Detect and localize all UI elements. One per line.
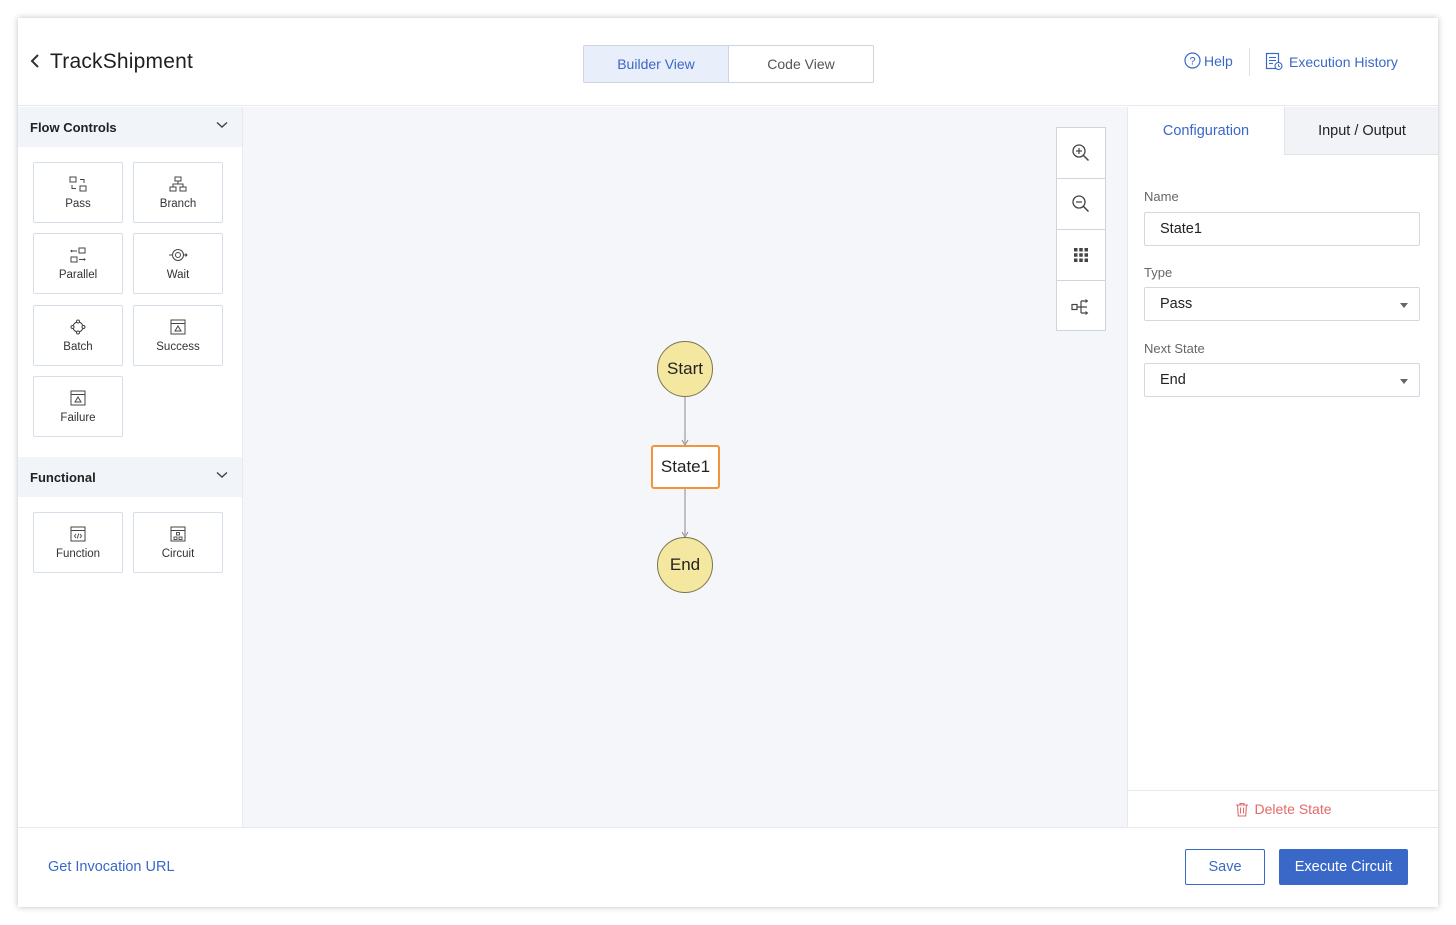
zoom-out-icon: [1072, 195, 1090, 213]
get-invocation-url-link[interactable]: Get Invocation URL: [48, 859, 175, 875]
help-label: Help: [1204, 52, 1233, 69]
palette-item-parallel[interactable]: Parallel: [33, 233, 123, 294]
tab-configuration[interactable]: Configuration: [1128, 107, 1285, 155]
palette-item-label: Success: [156, 340, 200, 353]
success-icon: [170, 319, 186, 334]
auto-layout-button[interactable]: [1057, 281, 1105, 332]
circuit-icon: [170, 526, 186, 541]
execute-circuit-button[interactable]: Execute Circuit: [1279, 849, 1408, 885]
save-button[interactable]: Save: [1185, 849, 1265, 885]
type-select[interactable]: Pass: [1144, 287, 1420, 321]
app-window: TrackShipment Builder View Code View ? H…: [18, 18, 1438, 907]
pass-icon: [69, 176, 87, 191]
palette-item-label: Wait: [166, 268, 190, 281]
flow-controls-title: Flow Controls: [30, 119, 117, 135]
delete-state-button[interactable]: Delete State: [1128, 790, 1438, 827]
node-palette: Flow Controls Pass Branch Parallel Wait …: [18, 107, 243, 827]
batch-icon: [70, 319, 86, 334]
header: TrackShipment Builder View Code View ? H…: [18, 18, 1438, 106]
branch-icon: [169, 176, 187, 191]
palette-item-label: Circuit: [161, 547, 195, 560]
zoom-out-button[interactable]: [1057, 179, 1105, 230]
palette-item-label: Pass: [65, 197, 91, 210]
next-state-label: Next State: [1144, 341, 1205, 356]
builder-view-button[interactable]: Builder View: [584, 46, 729, 82]
palette-item-branch[interactable]: Branch: [133, 162, 223, 223]
caret-down-icon: [1400, 303, 1408, 308]
grid-button[interactable]: [1057, 230, 1105, 281]
name-field[interactable]: State1: [1144, 212, 1420, 246]
functional-header[interactable]: Functional: [18, 457, 242, 497]
palette-item-label: Function: [55, 547, 101, 560]
svg-text:?: ?: [1189, 56, 1195, 68]
delete-state-label: Delete State: [1254, 801, 1332, 817]
code-view-button[interactable]: Code View: [729, 46, 873, 82]
config-panel: Configuration Input / Output Name State1…: [1127, 107, 1438, 827]
canvas-toolbar: [1056, 127, 1106, 331]
tab-input-output[interactable]: Input / Output: [1285, 107, 1438, 155]
help-icon: ?: [1184, 52, 1201, 69]
palette-item-wait[interactable]: Wait: [133, 233, 223, 294]
palette-item-pass[interactable]: Pass: [33, 162, 123, 223]
type-label: Type: [1144, 265, 1173, 280]
palette-item-failure[interactable]: Failure: [33, 376, 123, 437]
functional-title: Functional: [30, 469, 96, 485]
help-link[interactable]: ? Help: [1184, 52, 1233, 69]
name-label: Name: [1144, 189, 1179, 204]
palette-item-circuit[interactable]: Circuit: [133, 512, 223, 573]
header-divider: [1249, 48, 1250, 76]
caret-down-icon: [1400, 379, 1408, 384]
next-state-select[interactable]: End: [1144, 363, 1420, 397]
function-icon: [70, 526, 86, 541]
execution-history-link[interactable]: Execution History: [1265, 52, 1398, 71]
flow-canvas[interactable]: Start State1 End: [243, 107, 1127, 827]
palette-item-function[interactable]: Function: [33, 512, 123, 573]
footer: Get Invocation URL Save Execute Circuit: [18, 827, 1438, 907]
node-start[interactable]: Start: [657, 341, 713, 397]
wait-icon: [169, 248, 188, 261]
type-value: Pass: [1160, 296, 1193, 312]
flow-controls-header[interactable]: Flow Controls: [18, 107, 242, 147]
zoom-in-button[interactable]: [1057, 128, 1105, 179]
node-state1[interactable]: State1: [651, 445, 720, 489]
name-value: State1: [1160, 221, 1202, 237]
view-toggle: Builder View Code View: [583, 45, 874, 83]
parallel-icon: [70, 247, 86, 262]
palette-item-label: Parallel: [58, 268, 98, 281]
palette-item-batch[interactable]: Batch: [33, 305, 123, 366]
palette-item-success[interactable]: Success: [133, 305, 223, 366]
config-tabs: Configuration Input / Output: [1128, 107, 1438, 155]
palette-item-label: Failure: [60, 411, 96, 424]
layout-icon: [1071, 298, 1089, 315]
palette-item-label: Branch: [159, 197, 197, 210]
failure-icon: [70, 390, 86, 405]
node-end[interactable]: End: [657, 537, 713, 593]
execution-history-icon: [1265, 52, 1283, 71]
palette-item-label: Batch: [63, 340, 93, 353]
chevron-down-icon: [216, 121, 228, 128]
trash-icon: [1236, 802, 1249, 817]
zoom-in-icon: [1072, 144, 1090, 162]
execution-history-label: Execution History: [1289, 53, 1398, 70]
next-state-value: End: [1160, 372, 1186, 388]
page-title: TrackShipment: [50, 50, 194, 73]
grid-icon: [1074, 248, 1088, 262]
back-arrow-icon[interactable]: [28, 52, 42, 70]
chevron-down-icon: [216, 471, 228, 478]
